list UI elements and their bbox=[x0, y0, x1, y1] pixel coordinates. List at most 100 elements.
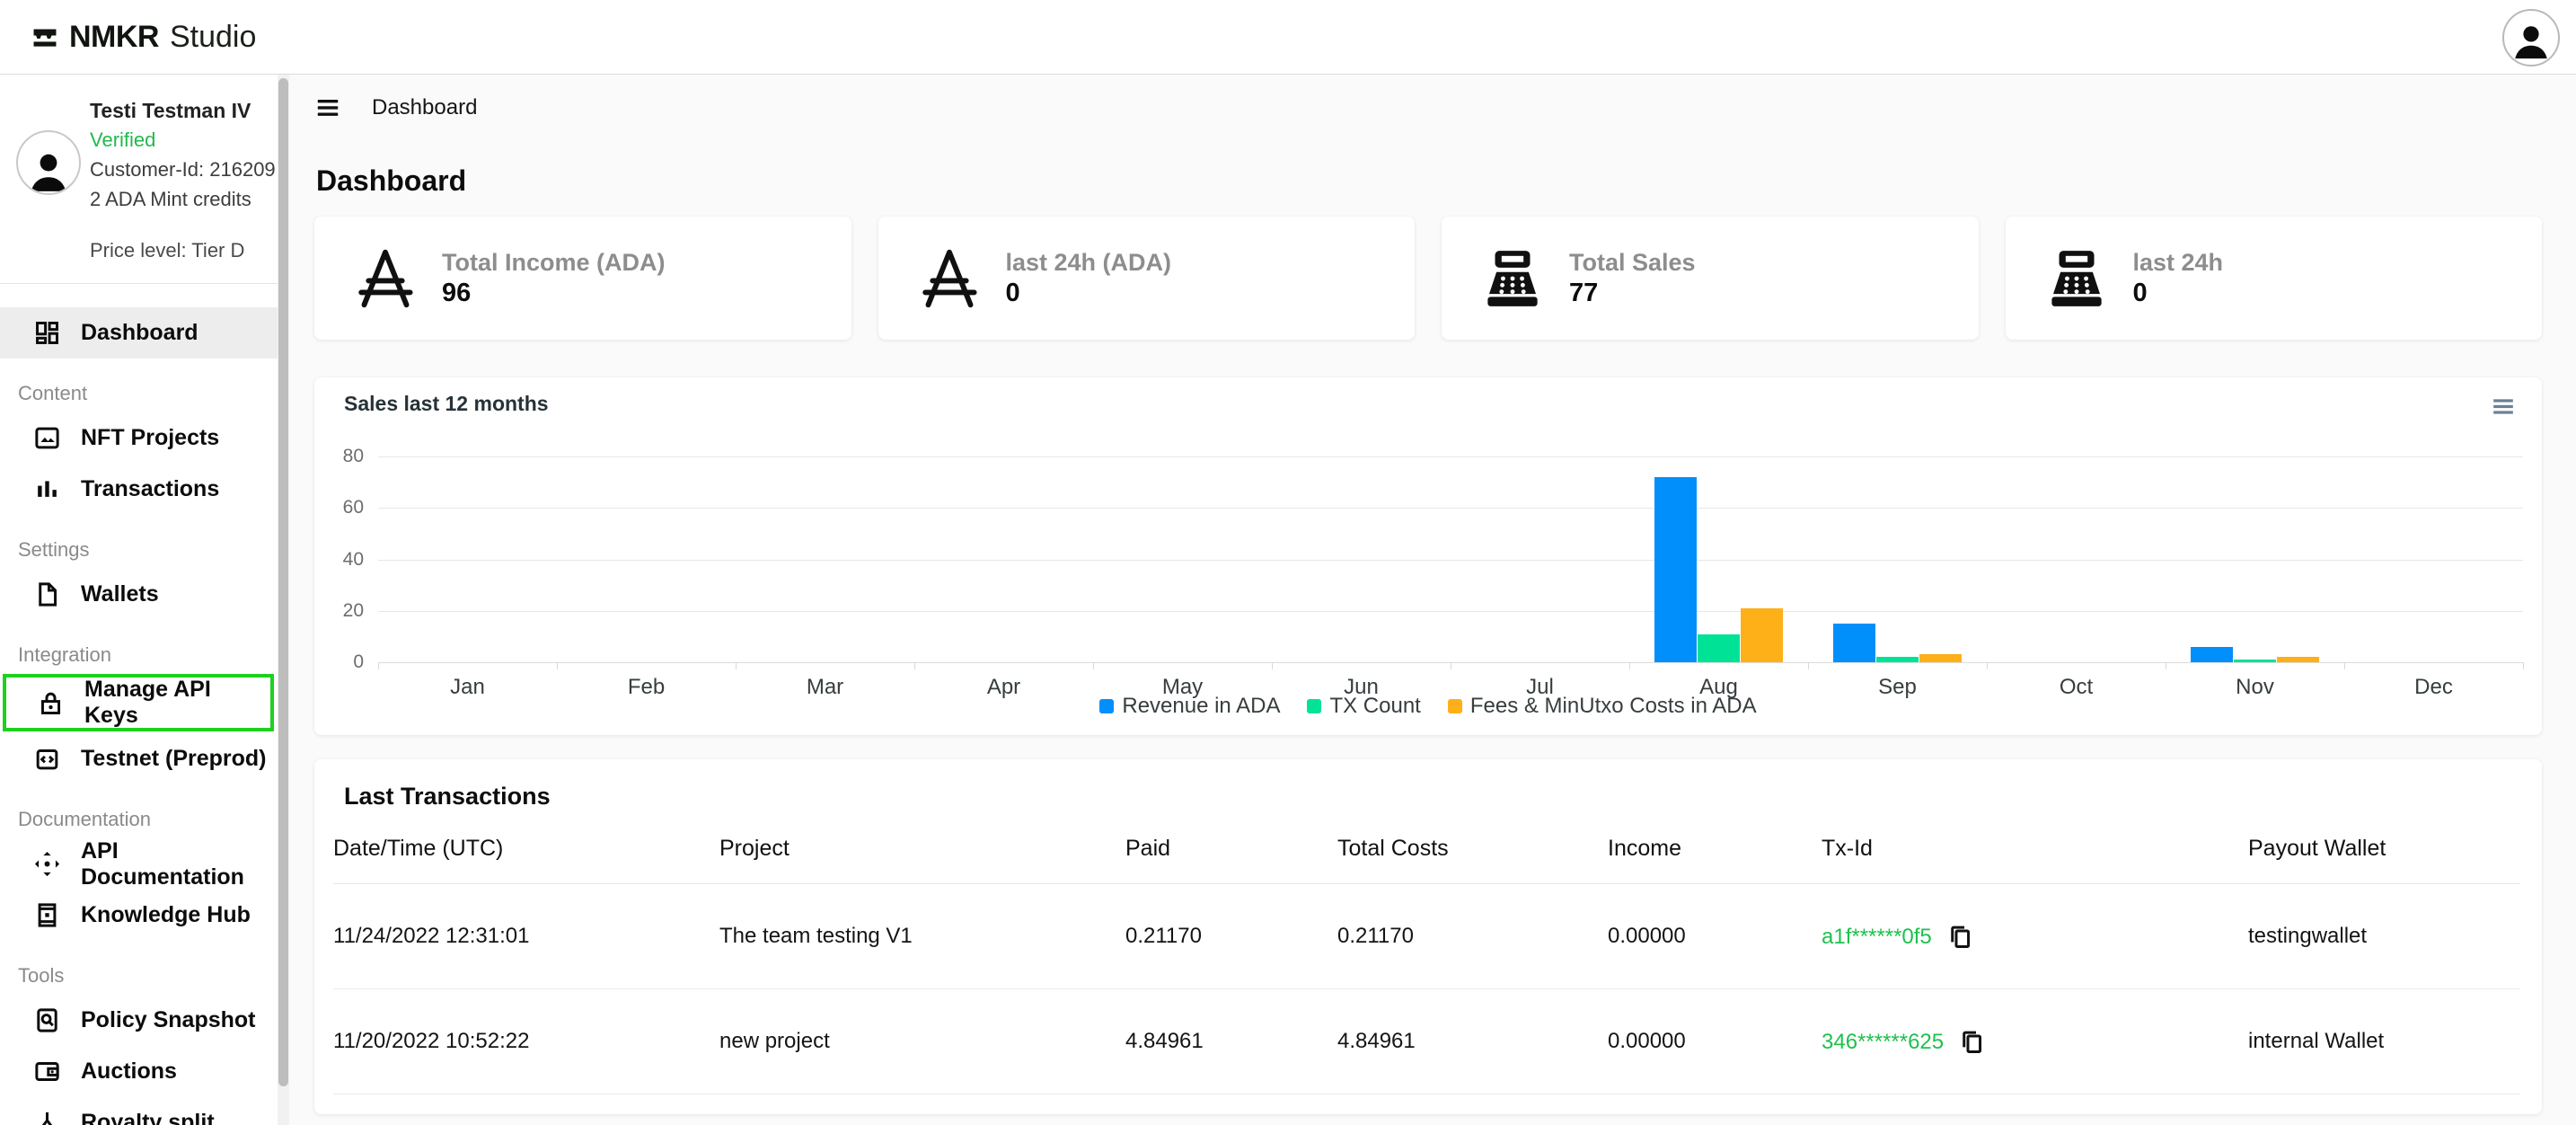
column-header-total-costs: Total Costs bbox=[1337, 836, 1608, 862]
sidebar-scrollbar-thumb[interactable] bbox=[278, 78, 288, 1086]
sidebar-item-label: Auctions bbox=[81, 1059, 177, 1085]
chart-month-label: Jun bbox=[1272, 675, 1451, 700]
cell-income: 0.00000 bbox=[1608, 924, 1822, 949]
chart-bar-tx-count-aug bbox=[1698, 634, 1740, 662]
user-verified-status: Verified bbox=[90, 125, 276, 155]
chart-bar-tx-count-nov bbox=[2234, 660, 2276, 662]
chart-menu-icon[interactable] bbox=[2492, 395, 2515, 417]
stat-card-value: 0 bbox=[2133, 278, 2224, 308]
legend-swatch bbox=[1307, 699, 1321, 713]
chart-bar-fees-minutxo-costs-in-ada-nov bbox=[2277, 657, 2319, 662]
transactions-title: Last Transactions bbox=[344, 783, 2520, 811]
dashboard-icon bbox=[33, 319, 61, 347]
chart-x-tickmark bbox=[736, 662, 737, 669]
transactions-rows: 11/24/2022 12:31:01The team testing V10.… bbox=[333, 884, 2520, 1094]
file-icon bbox=[33, 580, 61, 608]
sidebar-item-nft-projects[interactable]: NFT Projects bbox=[0, 412, 278, 464]
stat-cards-row: Total Income (ADA)96last 24h (ADA)0Total… bbox=[314, 217, 2542, 340]
user-profile-block: Testi Testman IV Verified Customer-Id: 2… bbox=[0, 75, 289, 265]
sidebar-item-label: NFT Projects bbox=[81, 425, 219, 451]
cell-paid: 0.21170 bbox=[1125, 924, 1337, 949]
copy-icon[interactable] bbox=[1958, 1028, 1986, 1056]
sidebar-item-wallets[interactable]: Wallets bbox=[0, 569, 278, 620]
user-customer-id: Customer-Id: 216209 bbox=[90, 155, 276, 184]
cell-project: new project bbox=[719, 1029, 1125, 1054]
last-transactions-card: Last Transactions Date/Time (UTC)Project… bbox=[314, 759, 2542, 1114]
stat-card-label: Total Sales bbox=[1569, 248, 1696, 278]
account-avatar[interactable] bbox=[2502, 9, 2560, 66]
stat-card-label: Total Income (ADA) bbox=[442, 248, 666, 278]
tx-id-link[interactable]: 346******625 bbox=[1822, 1030, 1944, 1054]
chart-y-tick-label: 60 bbox=[319, 497, 364, 518]
sidebar-item-manage-api-keys[interactable]: Manage API Keys bbox=[3, 674, 274, 731]
menu-toggle-icon[interactable] bbox=[314, 94, 341, 121]
brand-name-light: Studio bbox=[170, 20, 256, 55]
brand-logo[interactable]: NMKR Studio bbox=[30, 20, 256, 55]
bar-chart-icon bbox=[33, 475, 61, 503]
stat-card-label: last 24h bbox=[2133, 248, 2224, 278]
section-label-tools: Tools bbox=[18, 964, 289, 988]
page-title: Dashboard bbox=[316, 164, 466, 198]
sidebar-item-label: Dashboard bbox=[81, 320, 198, 346]
sales-chart-card: Sales last 12 months Revenue in ADATX Co… bbox=[314, 377, 2542, 735]
sidebar-item-knowledge-hub[interactable]: Knowledge Hub bbox=[0, 890, 278, 941]
user-name: Testi Testman IV bbox=[90, 96, 276, 125]
column-header-tx-id: Tx-Id bbox=[1822, 836, 2248, 862]
sidebar-item-dashboard[interactable]: Dashboard bbox=[0, 307, 278, 359]
chart-gridline bbox=[378, 508, 2523, 509]
wallet-icon bbox=[33, 1058, 61, 1085]
nmkr-studio-app: NMKR Studio Testi Testman IV Verified Cu… bbox=[0, 0, 2576, 1125]
cell-payout-wallet: testingwallet bbox=[2248, 924, 2520, 949]
sidebar-item-policy-snapshot[interactable]: Policy Snapshot bbox=[0, 995, 278, 1046]
stat-card-value: 77 bbox=[1569, 278, 1696, 308]
breadcrumb-bar: Dashboard bbox=[314, 94, 477, 121]
user-mint-credits: 2 ADA Mint credits bbox=[90, 184, 276, 214]
chart-x-tickmark bbox=[1629, 662, 1630, 669]
chart-bar-tx-count-sep bbox=[1876, 657, 1919, 662]
chart-y-tick-label: 40 bbox=[319, 549, 364, 571]
chart-x-tickmark bbox=[2344, 662, 2345, 669]
section-label-settings: Settings bbox=[18, 538, 289, 562]
cell-date-time-utc: 11/24/2022 12:31:01 bbox=[333, 924, 719, 949]
chart-x-tickmark bbox=[378, 662, 379, 669]
lock-icon bbox=[37, 689, 65, 717]
stat-card-label: last 24h (ADA) bbox=[1006, 248, 1172, 278]
chart-title: Sales last 12 months bbox=[344, 392, 549, 416]
chart-month-label: Aug bbox=[1629, 675, 1808, 700]
sidebar-item-label: Transactions bbox=[81, 476, 219, 502]
sidebar-item-auctions[interactable]: Auctions bbox=[0, 1046, 278, 1097]
chart-y-tick-label: 0 bbox=[319, 651, 364, 673]
sidebar-item-api-documentation[interactable]: API Documentation bbox=[0, 838, 278, 890]
chart-x-tickmark bbox=[914, 662, 915, 669]
stat-card-value: 0 bbox=[1006, 278, 1172, 308]
sidebar-item-label: Wallets bbox=[81, 581, 159, 607]
column-header-income: Income bbox=[1608, 836, 1822, 862]
chart-y-tick-label: 80 bbox=[319, 446, 364, 467]
cell-total-costs: 0.21170 bbox=[1337, 924, 1608, 949]
chart-month-label: Jan bbox=[378, 675, 557, 700]
stat-card-total-sales: Total Sales77 bbox=[1442, 217, 1979, 340]
main-content: Dashboard Dashboard Total Income (ADA)96… bbox=[289, 75, 2576, 1125]
chart-month-label: Oct bbox=[1987, 675, 2166, 700]
code-icon bbox=[33, 745, 61, 773]
column-header-paid: Paid bbox=[1125, 836, 1337, 862]
cell-paid: 4.84961 bbox=[1125, 1029, 1337, 1054]
stat-card-total-income-ada: Total Income (ADA)96 bbox=[314, 217, 851, 340]
api-icon bbox=[33, 850, 61, 878]
transaction-row: 11/24/2022 12:31:01The team testing V10.… bbox=[333, 884, 2520, 989]
cash-register-icon bbox=[1478, 244, 1548, 314]
chart-x-tickmark bbox=[1987, 662, 1988, 669]
sidebar-item-label: Royalty split bbox=[81, 1110, 215, 1125]
chart-month-label: Jul bbox=[1451, 675, 1629, 700]
sidebar-item-testnet-preprod[interactable]: Testnet (Preprod) bbox=[0, 733, 278, 784]
legend-swatch bbox=[1099, 699, 1114, 713]
copy-icon[interactable] bbox=[1946, 923, 1974, 951]
sidebar-item-label: API Documentation bbox=[81, 838, 278, 890]
tx-id-link[interactable]: a1f******0f5 bbox=[1822, 925, 1932, 949]
chart-month-label: Apr bbox=[914, 675, 1093, 700]
chart-month-label: May bbox=[1093, 675, 1272, 700]
sidebar-item-transactions[interactable]: Transactions bbox=[0, 464, 278, 515]
sidebar-item-royalty-split[interactable]: Royalty split bbox=[0, 1097, 278, 1125]
chart-month-label: Feb bbox=[557, 675, 736, 700]
section-label-integration: Integration bbox=[18, 643, 289, 667]
